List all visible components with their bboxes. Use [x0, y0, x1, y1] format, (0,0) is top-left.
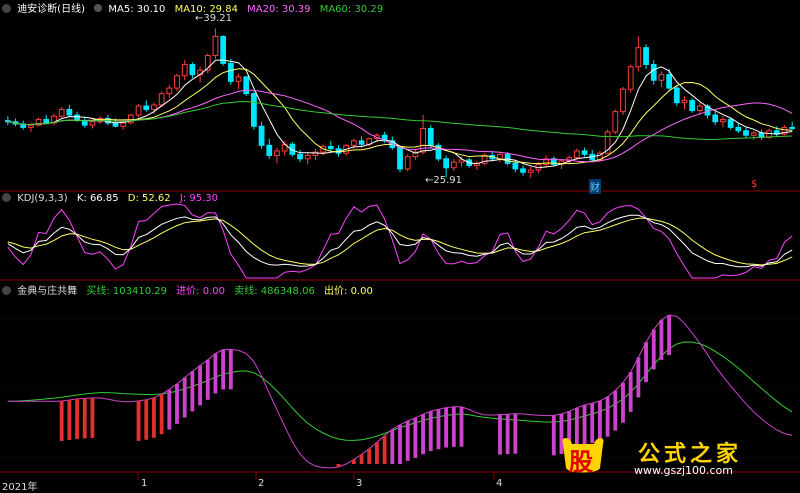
candle-body — [212, 35, 219, 57]
candle-body — [735, 126, 742, 132]
candle-body — [143, 105, 150, 110]
candle-body — [220, 35, 227, 64]
collapse-icon[interactable] — [2, 4, 11, 13]
candle-body — [189, 64, 196, 76]
candle-body — [750, 132, 757, 136]
candle-body — [327, 145, 334, 150]
x-axis — [137, 472, 495, 480]
candle-body — [720, 119, 726, 123]
security-title: 迪安诊断(日线) — [17, 4, 85, 15]
kdj-lines — [7, 203, 793, 279]
candle-body — [712, 114, 719, 123]
candle-body — [166, 87, 173, 95]
candle-body — [174, 75, 180, 89]
collapse-icon[interactable] — [2, 286, 11, 295]
stock-chart — [0, 28, 800, 480]
candle-body — [743, 130, 749, 136]
indicator-title: 金典与庄共舞 — [17, 286, 78, 297]
x-label-apr: 4 — [496, 478, 503, 489]
candle-body — [89, 121, 96, 126]
candle-body — [627, 66, 634, 90]
sell-price-label: 出价: 0.00 — [324, 286, 373, 297]
candle-body — [573, 150, 580, 159]
ma20-label: MA20: 30.39 — [247, 4, 311, 15]
ma-dot-icon — [94, 4, 103, 12]
candle-body — [197, 69, 203, 76]
candle-body — [727, 119, 734, 128]
kdj-title: KDJ(9,3,3) — [17, 193, 68, 204]
candle-body — [450, 161, 457, 169]
main-candles — [4, 28, 796, 178]
candle-body — [350, 140, 357, 146]
candle-body — [673, 87, 680, 104]
candle-body — [258, 125, 265, 146]
kdj-d-label: D: 52.62 — [127, 193, 171, 204]
candle-body — [581, 150, 588, 155]
candle-body — [135, 105, 142, 116]
candle-body — [696, 105, 703, 112]
kdj-j-label: J: 95.30 — [179, 193, 218, 204]
candle-body — [181, 64, 188, 77]
candle-body — [151, 104, 157, 110]
candle-body — [681, 99, 688, 104]
candle-body — [789, 126, 796, 130]
candle-body — [297, 153, 303, 160]
candle-body — [120, 122, 127, 127]
candle-body — [443, 158, 450, 169]
x-label-jan: 1 — [141, 478, 148, 489]
candle-body — [274, 150, 280, 156]
candle-body — [427, 128, 434, 146]
kdj-j-line — [7, 203, 793, 279]
candle-body — [158, 93, 165, 106]
candle-body — [689, 99, 696, 112]
x-label-feb: 2 — [258, 478, 265, 489]
candle-body — [43, 119, 50, 124]
finance-marker[interactable]: 财 — [589, 179, 601, 194]
candle-body — [458, 159, 465, 163]
indicator-header: 金典与庄共舞 买线: 103410.29 进价: 0.00 卖线: 486348… — [0, 282, 373, 297]
candle-body — [81, 120, 88, 126]
candle-body — [658, 74, 665, 81]
buy-line-label: 买线: 103410.29 — [86, 286, 167, 297]
candle-body — [643, 47, 649, 66]
low-price-label: ←25.91 — [425, 175, 463, 186]
collapse-icon[interactable] — [2, 193, 11, 202]
candle-body — [243, 76, 250, 95]
watermark: 股 公式之家 www.gszj100.com — [560, 436, 796, 482]
candle-body — [58, 108, 65, 117]
kdj-k-label: K: 66.85 — [76, 193, 119, 204]
candle-body — [235, 76, 242, 82]
candle-body — [612, 111, 619, 133]
watermark-url: www.gszj100.com — [634, 464, 734, 477]
buy-price-label: 进价: 0.00 — [176, 286, 226, 297]
candle-body — [527, 169, 534, 173]
kdj-header: KDJ(9,3,3) K: 66.85 D: 52.62 J: 95.30 — [0, 193, 218, 204]
candle-body — [650, 64, 657, 81]
kdj-d-line — [7, 217, 793, 266]
ma60-label: MA60: 30.29 — [319, 4, 384, 15]
candle-body — [227, 62, 234, 82]
candle-body — [620, 88, 626, 113]
candle-body — [66, 108, 73, 116]
candle-body — [635, 47, 642, 68]
candle-body — [520, 168, 526, 173]
candle-body — [266, 144, 273, 156]
watermark-logo: 股 — [560, 436, 606, 476]
candle-body — [512, 162, 519, 170]
candle-body — [666, 74, 673, 89]
candle-body — [404, 156, 411, 170]
dollar-marker[interactable]: $ — [751, 179, 757, 190]
ma5-label: MA5: 30.10 — [108, 4, 166, 15]
candle-body — [28, 124, 34, 128]
high-price-label: ←39.21 — [195, 13, 233, 24]
main-header: 迪安诊断(日线) MA5: 30.10 MA10: 29.84 MA20: 30… — [0, 0, 384, 15]
sell-line-label: 卖线: 486348.06 — [234, 286, 315, 297]
candle-body — [397, 147, 403, 170]
candle-body — [304, 154, 311, 160]
x-label-mar: 3 — [356, 478, 363, 489]
ma60-line — [7, 100, 793, 141]
candle-body — [358, 140, 365, 145]
candle-body — [251, 93, 257, 127]
